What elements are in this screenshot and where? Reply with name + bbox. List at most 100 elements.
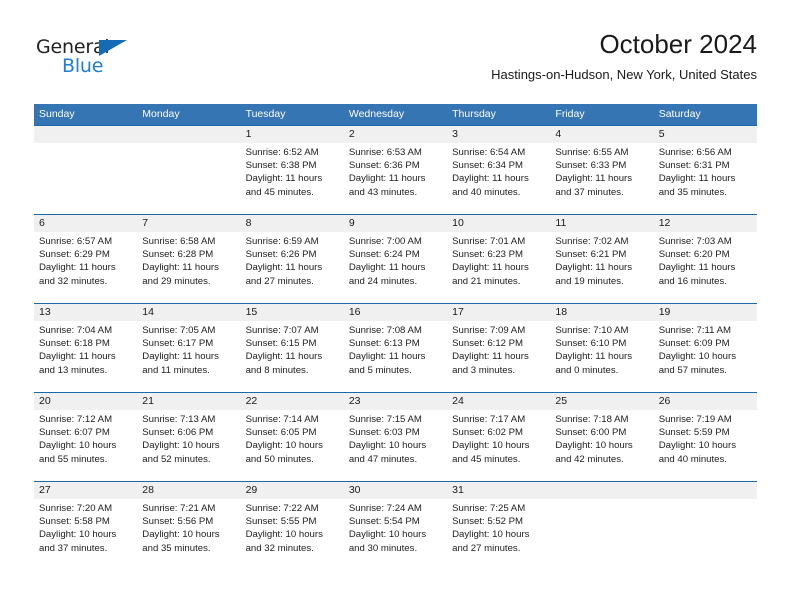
day-cell[interactable]: Sunrise: 6:59 AM Sunset: 6:26 PM Dayligh… bbox=[241, 232, 344, 303]
sunset-text: Sunset: 6:24 PM bbox=[348, 249, 420, 261]
day-number[interactable]: 31 bbox=[447, 482, 550, 499]
daylight-text-1: Daylight: 11 hours bbox=[452, 173, 529, 185]
day-cell[interactable]: Sunrise: 6:53 AM Sunset: 6:36 PM Dayligh… bbox=[344, 143, 447, 214]
day-cell[interactable] bbox=[654, 499, 757, 570]
sunrise-text: Sunrise: 7:13 AM bbox=[142, 414, 216, 425]
day-number[interactable]: 27 bbox=[34, 482, 137, 499]
sunset-text: Sunset: 6:03 PM bbox=[348, 427, 420, 439]
day-number[interactable]: 19 bbox=[654, 304, 757, 321]
sunrise-text: Sunrise: 7:19 AM bbox=[658, 414, 732, 425]
day-number[interactable] bbox=[137, 126, 240, 143]
day-number[interactable]: 23 bbox=[344, 393, 447, 410]
day-number[interactable]: 20 bbox=[34, 393, 137, 410]
day-cell[interactable]: Sunrise: 7:21 AM Sunset: 5:56 PM Dayligh… bbox=[137, 499, 240, 570]
weekday-header-tuesday: Tuesday bbox=[245, 108, 286, 120]
daylight-text-1: Daylight: 10 hours bbox=[348, 529, 427, 541]
day-cell[interactable]: Sunrise: 7:05 AM Sunset: 6:17 PM Dayligh… bbox=[137, 321, 240, 392]
day-cell[interactable]: Sunrise: 7:07 AM Sunset: 6:15 PM Dayligh… bbox=[241, 321, 344, 392]
day-cell[interactable] bbox=[550, 499, 653, 570]
daylight-text-2: and 19 minutes. bbox=[555, 275, 624, 287]
sunset-text: Sunset: 6:09 PM bbox=[658, 338, 730, 350]
daylight-text-1: Daylight: 11 hours bbox=[39, 351, 116, 363]
daylight-text-2: and 32 minutes. bbox=[39, 275, 108, 287]
day-cell[interactable]: Sunrise: 7:15 AM Sunset: 6:03 PM Dayligh… bbox=[344, 410, 447, 481]
sunset-text: Sunset: 6:13 PM bbox=[348, 338, 420, 350]
day-number[interactable]: 14 bbox=[137, 304, 240, 321]
day-cell[interactable]: Sunrise: 7:03 AM Sunset: 6:20 PM Dayligh… bbox=[654, 232, 757, 303]
day-cell[interactable]: Sunrise: 6:55 AM Sunset: 6:33 PM Dayligh… bbox=[550, 143, 653, 214]
day-number[interactable]: 4 bbox=[550, 126, 653, 143]
sunset-text: Sunset: 6:21 PM bbox=[555, 249, 627, 261]
day-number[interactable]: 2 bbox=[344, 126, 447, 143]
day-cell[interactable]: Sunrise: 7:13 AM Sunset: 6:06 PM Dayligh… bbox=[137, 410, 240, 481]
day-number[interactable]: 17 bbox=[447, 304, 550, 321]
day-cell[interactable]: Sunrise: 7:10 AM Sunset: 6:10 PM Dayligh… bbox=[550, 321, 653, 392]
day-cell[interactable]: Sunrise: 6:52 AM Sunset: 6:38 PM Dayligh… bbox=[241, 143, 344, 214]
day-number[interactable]: 16 bbox=[344, 304, 447, 321]
day-cell[interactable]: Sunrise: 7:17 AM Sunset: 6:02 PM Dayligh… bbox=[447, 410, 550, 481]
day-cell[interactable]: Sunrise: 7:19 AM Sunset: 5:59 PM Dayligh… bbox=[654, 410, 757, 481]
day-cell[interactable]: Sunrise: 7:12 AM Sunset: 6:07 PM Dayligh… bbox=[34, 410, 137, 481]
day-number[interactable]: 13 bbox=[34, 304, 137, 321]
day-cell[interactable] bbox=[34, 143, 137, 214]
daylight-text-2: and 35 minutes. bbox=[142, 542, 211, 554]
sunset-text: Sunset: 6:31 PM bbox=[658, 160, 730, 172]
day-number[interactable]: 11 bbox=[550, 215, 653, 232]
day-cell[interactable]: Sunrise: 7:08 AM Sunset: 6:13 PM Dayligh… bbox=[344, 321, 447, 392]
day-cell[interactable]: Sunrise: 7:02 AM Sunset: 6:21 PM Dayligh… bbox=[550, 232, 653, 303]
day-number[interactable]: 24 bbox=[447, 393, 550, 410]
day-number[interactable]: 6 bbox=[34, 215, 137, 232]
daylight-text-2: and 40 minutes. bbox=[658, 453, 727, 465]
logo-triangle-icon bbox=[99, 40, 127, 56]
day-cell[interactable]: Sunrise: 7:14 AM Sunset: 6:05 PM Dayligh… bbox=[241, 410, 344, 481]
day-cell[interactable]: Sunrise: 6:54 AM Sunset: 6:34 PM Dayligh… bbox=[447, 143, 550, 214]
day-number[interactable]: 26 bbox=[654, 393, 757, 410]
day-number[interactable]: 10 bbox=[447, 215, 550, 232]
day-number[interactable]: 30 bbox=[344, 482, 447, 499]
sunrise-text: Sunrise: 7:10 AM bbox=[555, 325, 629, 336]
day-number[interactable]: 21 bbox=[137, 393, 240, 410]
sunrise-text: Sunrise: 7:03 AM bbox=[658, 236, 732, 247]
day-number[interactable] bbox=[550, 482, 653, 499]
day-number[interactable]: 5 bbox=[654, 126, 757, 143]
day-cell[interactable]: Sunrise: 7:01 AM Sunset: 6:23 PM Dayligh… bbox=[447, 232, 550, 303]
day-cell[interactable]: Sunrise: 6:56 AM Sunset: 6:31 PM Dayligh… bbox=[654, 143, 757, 214]
sunrise-text: Sunrise: 7:17 AM bbox=[452, 414, 526, 425]
sunset-text: Sunset: 5:58 PM bbox=[39, 516, 110, 528]
day-cell[interactable]: Sunrise: 7:09 AM Sunset: 6:12 PM Dayligh… bbox=[447, 321, 550, 392]
sunrise-text: Sunrise: 6:56 AM bbox=[658, 147, 732, 158]
day-number[interactable]: 9 bbox=[344, 215, 447, 232]
day-cell[interactable]: Sunrise: 7:20 AM Sunset: 5:58 PM Dayligh… bbox=[34, 499, 137, 570]
day-cell[interactable]: Sunrise: 7:25 AM Sunset: 5:52 PM Dayligh… bbox=[447, 499, 550, 570]
day-number[interactable]: 18 bbox=[550, 304, 653, 321]
day-number[interactable]: 15 bbox=[241, 304, 344, 321]
day-cell[interactable]: Sunrise: 7:22 AM Sunset: 5:55 PM Dayligh… bbox=[241, 499, 344, 570]
day-number[interactable]: 25 bbox=[550, 393, 653, 410]
day-number[interactable]: 3 bbox=[447, 126, 550, 143]
day-cell[interactable]: Sunrise: 6:57 AM Sunset: 6:29 PM Dayligh… bbox=[34, 232, 137, 303]
day-number[interactable]: 12 bbox=[654, 215, 757, 232]
day-cell[interactable]: Sunrise: 7:11 AM Sunset: 6:09 PM Dayligh… bbox=[654, 321, 757, 392]
sunset-text: Sunset: 6:34 PM bbox=[452, 160, 524, 172]
day-number[interactable]: 29 bbox=[241, 482, 344, 499]
day-cell[interactable]: Sunrise: 7:04 AM Sunset: 6:18 PM Dayligh… bbox=[34, 321, 137, 392]
day-number[interactable] bbox=[34, 126, 137, 143]
day-number[interactable]: 22 bbox=[241, 393, 344, 410]
day-number[interactable]: 1 bbox=[241, 126, 344, 143]
daylight-text-2: and 42 minutes. bbox=[555, 453, 624, 465]
sunrise-text: Sunrise: 7:01 AM bbox=[452, 236, 526, 247]
day-cell[interactable]: Sunrise: 7:00 AM Sunset: 6:24 PM Dayligh… bbox=[344, 232, 447, 303]
day-cell[interactable] bbox=[137, 143, 240, 214]
daylight-text-1: Daylight: 11 hours bbox=[142, 262, 219, 274]
generalblue-logo[interactable]: General Blue bbox=[36, 36, 156, 84]
day-cell[interactable]: Sunrise: 6:58 AM Sunset: 6:28 PM Dayligh… bbox=[137, 232, 240, 303]
daylight-text-2: and 47 minutes. bbox=[348, 453, 418, 465]
sunrise-text: Sunrise: 6:55 AM bbox=[555, 147, 629, 158]
day-cell[interactable]: Sunrise: 7:18 AM Sunset: 6:00 PM Dayligh… bbox=[550, 410, 653, 481]
day-cell[interactable]: Sunrise: 7:24 AM Sunset: 5:54 PM Dayligh… bbox=[344, 499, 447, 570]
day-number[interactable] bbox=[654, 482, 757, 499]
day-number[interactable]: 28 bbox=[137, 482, 240, 499]
day-number[interactable]: 8 bbox=[241, 215, 344, 232]
day-number[interactable]: 7 bbox=[137, 215, 240, 232]
daylight-text-2: and 55 minutes. bbox=[39, 453, 108, 465]
